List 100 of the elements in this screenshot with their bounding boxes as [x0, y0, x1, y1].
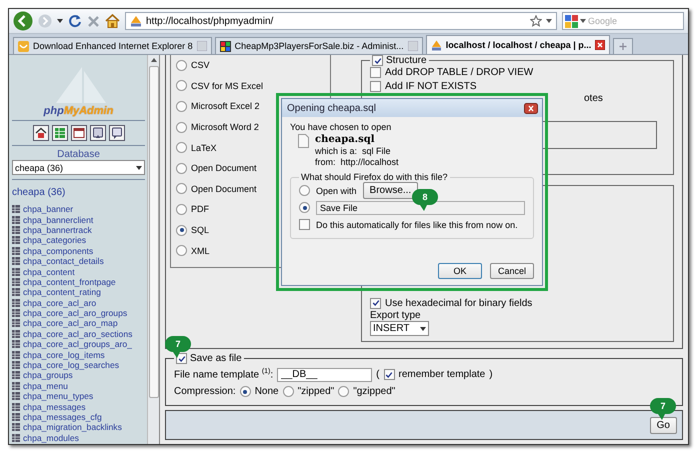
checkbox[interactable] [299, 219, 310, 230]
radio-button[interactable] [176, 183, 187, 194]
radio-button[interactable] [176, 204, 187, 215]
table-link[interactable]: chpa_content_frontpage [23, 276, 116, 287]
browse-button[interactable]: Browse... [362, 182, 418, 199]
reload-icon[interactable] [68, 14, 82, 28]
radio-button[interactable] [240, 386, 251, 397]
radio-button[interactable] [299, 202, 310, 213]
checkbox[interactable] [384, 369, 395, 380]
option-label: Add DROP TABLE / DROP VIEW [385, 67, 534, 78]
table-link[interactable]: chpa_content_rating [23, 287, 101, 298]
paren-text: ( [376, 369, 380, 380]
dropdown-icon[interactable] [57, 19, 63, 23]
radio-button[interactable] [282, 386, 294, 397]
table-link[interactable]: chpa_components [23, 246, 94, 256]
table-icon [12, 340, 20, 348]
table-link[interactable]: chpa_bannerclient [23, 214, 94, 225]
cancel-button[interactable]: Cancel [490, 263, 534, 279]
option-label: Save File [316, 200, 525, 214]
database-link[interactable]: cheapa (36) [12, 179, 145, 198]
table-icon [12, 371, 20, 380]
checkbox[interactable] [370, 67, 381, 78]
table-link[interactable]: chpa_core_acl_aro_groups [23, 308, 128, 318]
close-icon[interactable] [524, 102, 538, 114]
radio-button[interactable] [176, 60, 187, 71]
scrollbar[interactable] [147, 55, 159, 444]
search-bar[interactable]: Google [562, 12, 684, 30]
file-icon [298, 134, 309, 148]
go-button[interactable]: Go [650, 416, 677, 434]
site-icon [18, 40, 29, 52]
table-link[interactable]: chpa_core_log_searches [23, 360, 120, 370]
address-field[interactable]: http://localhost/phpmyadmin/ [125, 12, 557, 30]
help-icon[interactable] [108, 125, 124, 141]
format-label: PDF [191, 204, 209, 214]
table-icon [12, 226, 20, 234]
radio-button[interactable] [176, 224, 187, 236]
ok-button[interactable]: OK [438, 263, 482, 279]
table-link[interactable]: chpa_messages_cfg [23, 412, 102, 422]
option-label: remember template [398, 369, 486, 380]
table-link[interactable]: chpa_bannertrack [23, 224, 92, 235]
checkbox[interactable] [370, 80, 381, 92]
group-title: What should Firefox do with this file? [301, 172, 448, 182]
radio-button[interactable] [176, 162, 187, 174]
group-title: Structure [386, 55, 427, 66]
checkbox[interactable] [370, 298, 381, 309]
window-icon[interactable] [70, 125, 86, 141]
query-icon[interactable] [90, 125, 106, 141]
table-link[interactable]: chpa_contact_details [23, 256, 104, 266]
type-value: sql File [362, 146, 391, 156]
option-label: Do this automatically for files like this from now on. [316, 220, 518, 230]
star-icon[interactable] [530, 15, 542, 27]
table-link[interactable]: chpa_core_acl_groups_aro_ [23, 339, 132, 350]
table-link[interactable]: chpa_core_acl_aro [23, 298, 96, 308]
radio-button[interactable] [176, 245, 187, 256]
radio-button[interactable] [176, 100, 187, 112]
table-link[interactable]: chpa_menu [23, 380, 68, 391]
option-label: None [254, 386, 279, 397]
dropdown-icon[interactable] [136, 166, 142, 170]
close-icon[interactable] [595, 40, 606, 50]
table-link[interactable]: chpa_migration_backlinks [23, 422, 122, 432]
radio-button[interactable] [299, 185, 310, 196]
new-tab-icon[interactable] [613, 38, 634, 54]
table-link[interactable]: chpa_groups [23, 370, 73, 380]
format-label: Microsoft Word 2 [191, 122, 259, 132]
checkbox[interactable] [372, 55, 383, 66]
browser-tab[interactable]: Download Enhanced Internet Explorer 8 [13, 37, 212, 54]
database-select[interactable]: cheapa (36) [12, 160, 145, 175]
table-link[interactable]: chpa_menu_types [23, 391, 94, 402]
radio-button[interactable] [176, 122, 187, 133]
checkbox[interactable] [176, 353, 187, 364]
dropdown-icon[interactable] [546, 19, 552, 23]
table-link[interactable]: chpa_core_acl_aro_map [23, 318, 118, 328]
home-icon[interactable] [32, 125, 48, 141]
search-engine-icon[interactable] [565, 14, 578, 28]
radio-button[interactable] [176, 80, 187, 92]
table-link[interactable]: chpa_core_acl_aro_sections [23, 328, 132, 339]
grid-icon[interactable] [52, 125, 68, 141]
browser-tab[interactable]: localhost / localhost / cheapa | p... [426, 35, 610, 54]
format-label: LaTeX [191, 142, 217, 153]
group-title: Save as file [190, 353, 242, 364]
table-link[interactable]: chpa_core_log_items [23, 350, 105, 360]
option-label: "zipped" [298, 386, 334, 397]
radio-button[interactable] [176, 142, 187, 154]
dropdown-icon[interactable] [580, 19, 586, 23]
search-field[interactable]: Google [588, 16, 668, 26]
browser-tab[interactable]: CheapMp3PlayersForSale.biz - Administ... [214, 37, 423, 54]
table-link[interactable]: chpa_categories [23, 235, 86, 246]
table-link[interactable]: chpa_content [23, 266, 75, 277]
scroll-up-icon[interactable] [150, 58, 156, 62]
table-icon [12, 236, 20, 244]
export-type-select[interactable]: INSERT [370, 321, 428, 336]
table-icon [12, 382, 20, 390]
option-label: otes [584, 93, 603, 104]
template-input[interactable]: __DB__ [277, 368, 372, 382]
back-icon[interactable] [13, 11, 33, 31]
dropdown-icon[interactable] [420, 326, 426, 330]
table-link[interactable]: chpa_messages [23, 402, 86, 412]
radio-button[interactable] [338, 386, 350, 397]
table-link[interactable]: chpa_modules [23, 432, 79, 443]
table-link[interactable]: chpa_banner [23, 204, 74, 214]
